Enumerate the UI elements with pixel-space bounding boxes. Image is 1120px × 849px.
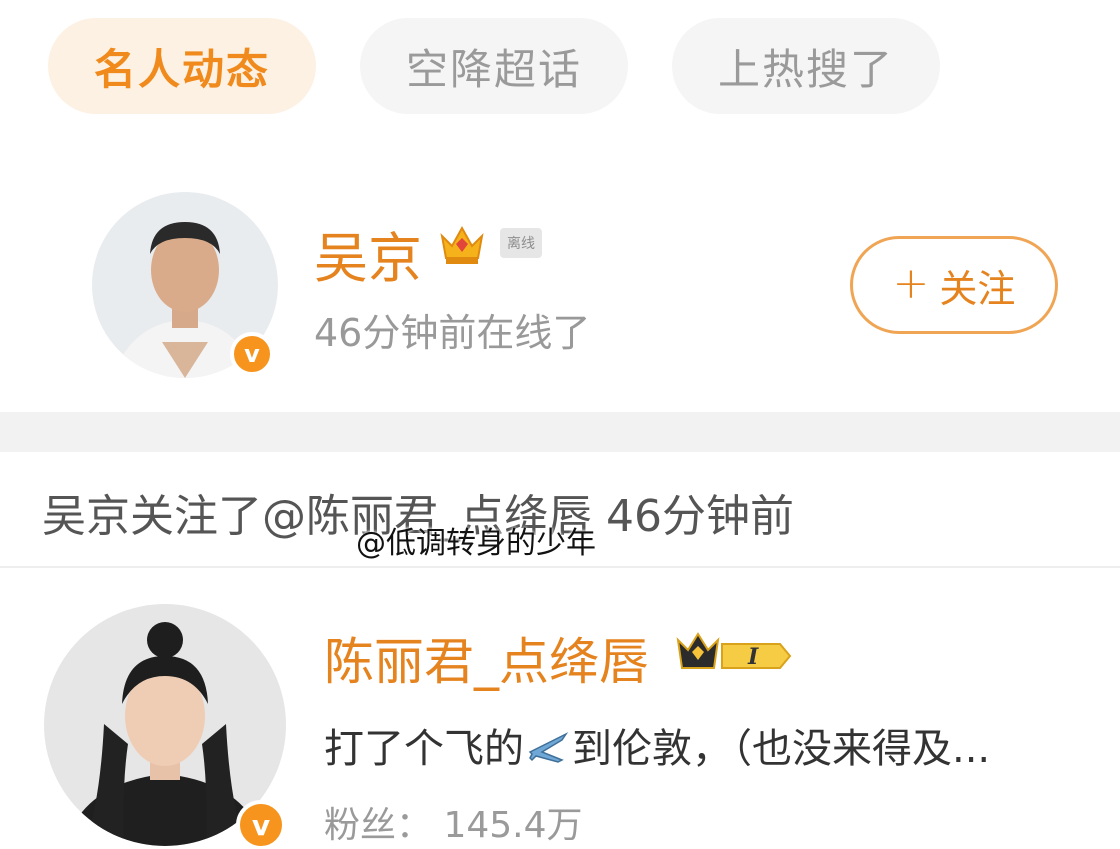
user-name[interactable]: 陈丽君_点绛唇 [324,622,649,694]
divider-line [0,566,1120,568]
section-divider [0,412,1120,452]
vip-level-text: I [747,644,759,670]
follow-button[interactable]: + 关注 [850,236,1058,334]
post-preview[interactable]: 打了个飞的 到伦敦，（也没来得及... [324,716,990,776]
plus-icon: + [892,257,930,309]
watermark: @低调转身的少年 [356,526,596,561]
crown-icon [438,222,486,270]
page: 名人动态 空降超话 上热搜了 v 吴京 离线 46分钟前在线了 + 关注 吴京关… [0,0,1120,849]
post-text-before: 打了个飞的 [324,726,524,772]
airplane-icon [526,726,570,776]
offline-badge: 离线 [500,228,542,258]
tab-trending[interactable]: 上热搜了 [672,18,941,114]
last-online-text: 46分钟前在线了 [314,311,591,355]
verified-badge-icon: v [230,332,274,376]
tab-bar: 名人动态 空降超话 上热搜了 [48,18,941,114]
follow-button-label: 关注 [939,266,1016,311]
fans-count: 粉丝： 145.4万 [324,805,583,846]
tab-airdrop-supertopic[interactable]: 空降超话 [360,18,629,114]
post-text-after: 到伦敦，（也没来得及... [572,726,991,772]
user-name[interactable]: 吴京 [314,214,422,293]
tab-celebrity-updates[interactable]: 名人动态 [48,18,317,114]
vip-level-badge: I [676,630,796,680]
verified-badge-icon: v [236,800,286,849]
